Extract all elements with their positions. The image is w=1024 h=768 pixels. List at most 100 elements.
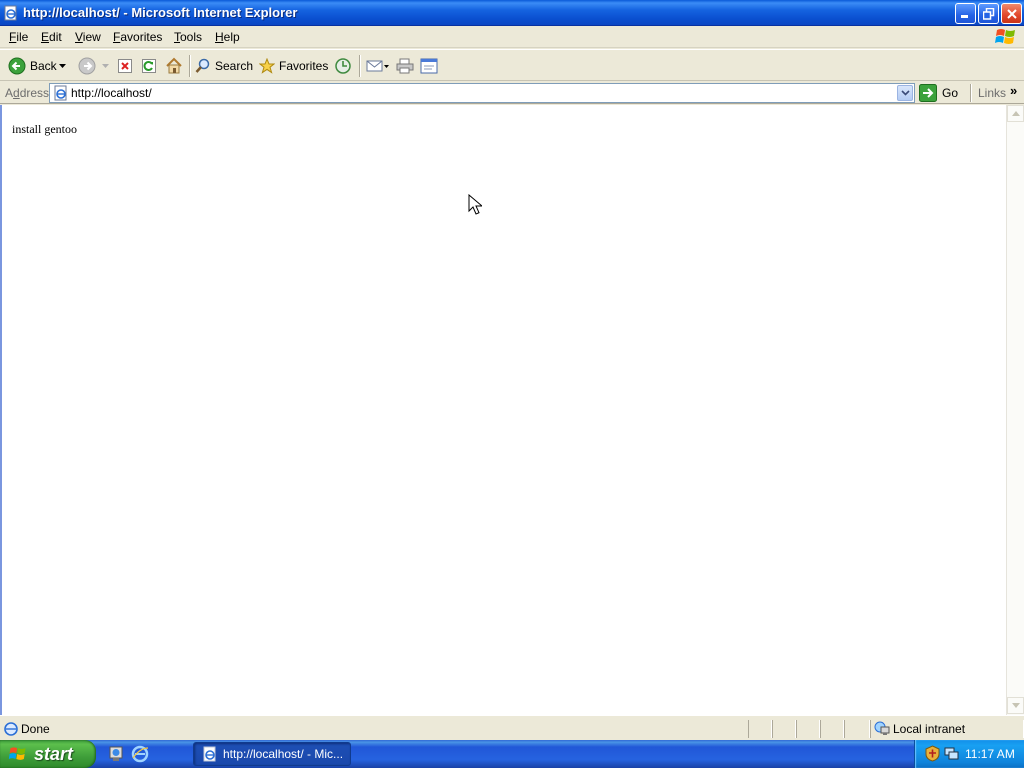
home-icon [166,57,182,74]
local-intranet-icon [874,721,890,735]
refresh-icon [142,59,156,73]
address-input[interactable] [71,84,891,102]
start-label: start [34,743,74,764]
start-button[interactable]: start [0,740,96,768]
refresh-button[interactable] [141,54,157,78]
menu-tools-label: ools [180,30,203,44]
go-label: Go [942,86,959,100]
printer-icon [396,58,414,74]
ie-page-icon [4,722,18,736]
chevron-down-icon [102,63,109,68]
menu-favorites-label: avorites [120,30,163,44]
forward-button[interactable] [78,54,96,78]
favorites-label: Favorites [279,59,329,73]
standard-toolbar: Back Search Favorites [0,49,1024,81]
menu-file[interactable]: File [9,30,28,44]
chevron-down-icon [900,90,910,96]
toolbar-separator [189,55,191,77]
links-chevron-icon[interactable]: » [1010,83,1017,98]
history-button[interactable] [334,54,352,78]
edit-page-icon [420,58,438,74]
close-button[interactable] [1001,3,1022,24]
status-pane [820,720,844,738]
minimize-icon [961,15,968,18]
forward-dropdown[interactable] [102,54,109,78]
menu-help-accel: H [215,30,224,44]
taskbar-item-label: http://localhost/ - Mic... [223,747,344,761]
address-label-rest: dress [19,86,50,100]
back-label: Back [30,59,57,73]
stop-icon [118,59,132,73]
address-field[interactable] [49,83,915,103]
menu-help[interactable]: Help [215,30,240,44]
address-dropdown-button[interactable] [897,85,913,101]
scroll-up-button[interactable] [1007,105,1024,122]
mouse-cursor-icon [468,194,482,215]
favorites-button[interactable]: Favorites [259,54,328,78]
windows-logo-icon [995,29,1015,44]
print-button[interactable] [396,54,414,78]
tray-security-icon[interactable] [924,745,941,762]
ie-page-icon [54,85,67,101]
search-icon [195,58,210,73]
address-bar: Address Go Links » [0,82,1024,104]
tray-network-icon[interactable] [943,745,960,762]
menu-favorites[interactable]: Favorites [113,30,162,44]
menu-edit-accel: E [41,30,50,44]
go-button[interactable]: Go [919,83,958,103]
menu-bar: File Edit View Favorites Tools Help [0,26,1024,48]
quicklaunch-ie-icon[interactable] [131,745,149,763]
windows-logo-icon [8,747,26,760]
mail-button[interactable] [366,54,390,78]
restore-icon [982,7,994,20]
menu-tools[interactable]: Tools [174,30,202,44]
mail-icon [366,60,389,72]
scroll-down-button[interactable] [1007,697,1024,714]
history-icon [335,58,351,74]
forward-arrow-icon [78,57,96,75]
search-button[interactable]: Search [195,54,253,78]
go-arrow-icon [919,84,937,102]
status-pane [844,720,870,738]
ie-page-icon[interactable] [3,5,19,21]
back-arrow-icon [8,57,26,75]
home-button[interactable] [165,54,183,78]
status-bar: Done Local intranet [0,715,1024,740]
clock[interactable]: 11:17 AM [965,747,1015,761]
status-pane [748,720,772,738]
edit-button[interactable] [420,54,438,78]
chevron-down-icon [59,63,66,68]
page-body-text: install gentoo [12,122,77,136]
menu-view[interactable]: View [75,30,101,44]
window-title: http://localhost/ - Microsoft Internet E… [23,5,298,20]
title-bar[interactable]: http://localhost/ - Microsoft Internet E… [0,0,1024,26]
stop-button[interactable] [117,54,133,78]
security-zone-label: Local intranet [893,722,966,736]
menu-file-label: ile [16,30,29,44]
vertical-scrollbar[interactable] [1006,105,1024,715]
system-tray: 11:17 AM [914,740,1024,768]
address-label-accel: d [13,86,20,100]
ie-page-icon [203,746,216,762]
toolbar-separator [970,84,972,102]
status-pane [796,720,820,738]
close-icon [1006,8,1017,19]
menu-edit[interactable]: Edit [41,30,62,44]
back-button[interactable]: Back [8,54,57,78]
status-pane [772,720,796,738]
menu-help-label: elp [223,30,240,44]
menu-view-accel: V [75,30,83,44]
taskbar-item-ie[interactable]: http://localhost/ - Mic... [193,742,351,766]
search-label: Search [215,59,254,73]
taskbar: start http://localhost/ - Mic... 11:17 A… [0,740,1024,768]
page-content[interactable]: install gentoo [0,105,1006,715]
quicklaunch-network-icon[interactable] [107,745,125,763]
menu-view-label: iew [82,30,101,44]
restore-button[interactable] [978,3,999,24]
links-button[interactable]: Links [978,86,1006,100]
menu-edit-label: dit [49,30,62,44]
back-dropdown[interactable] [59,54,66,78]
toolbar-separator [359,55,361,77]
address-label: Address [5,86,49,100]
minimize-button[interactable] [955,3,976,24]
